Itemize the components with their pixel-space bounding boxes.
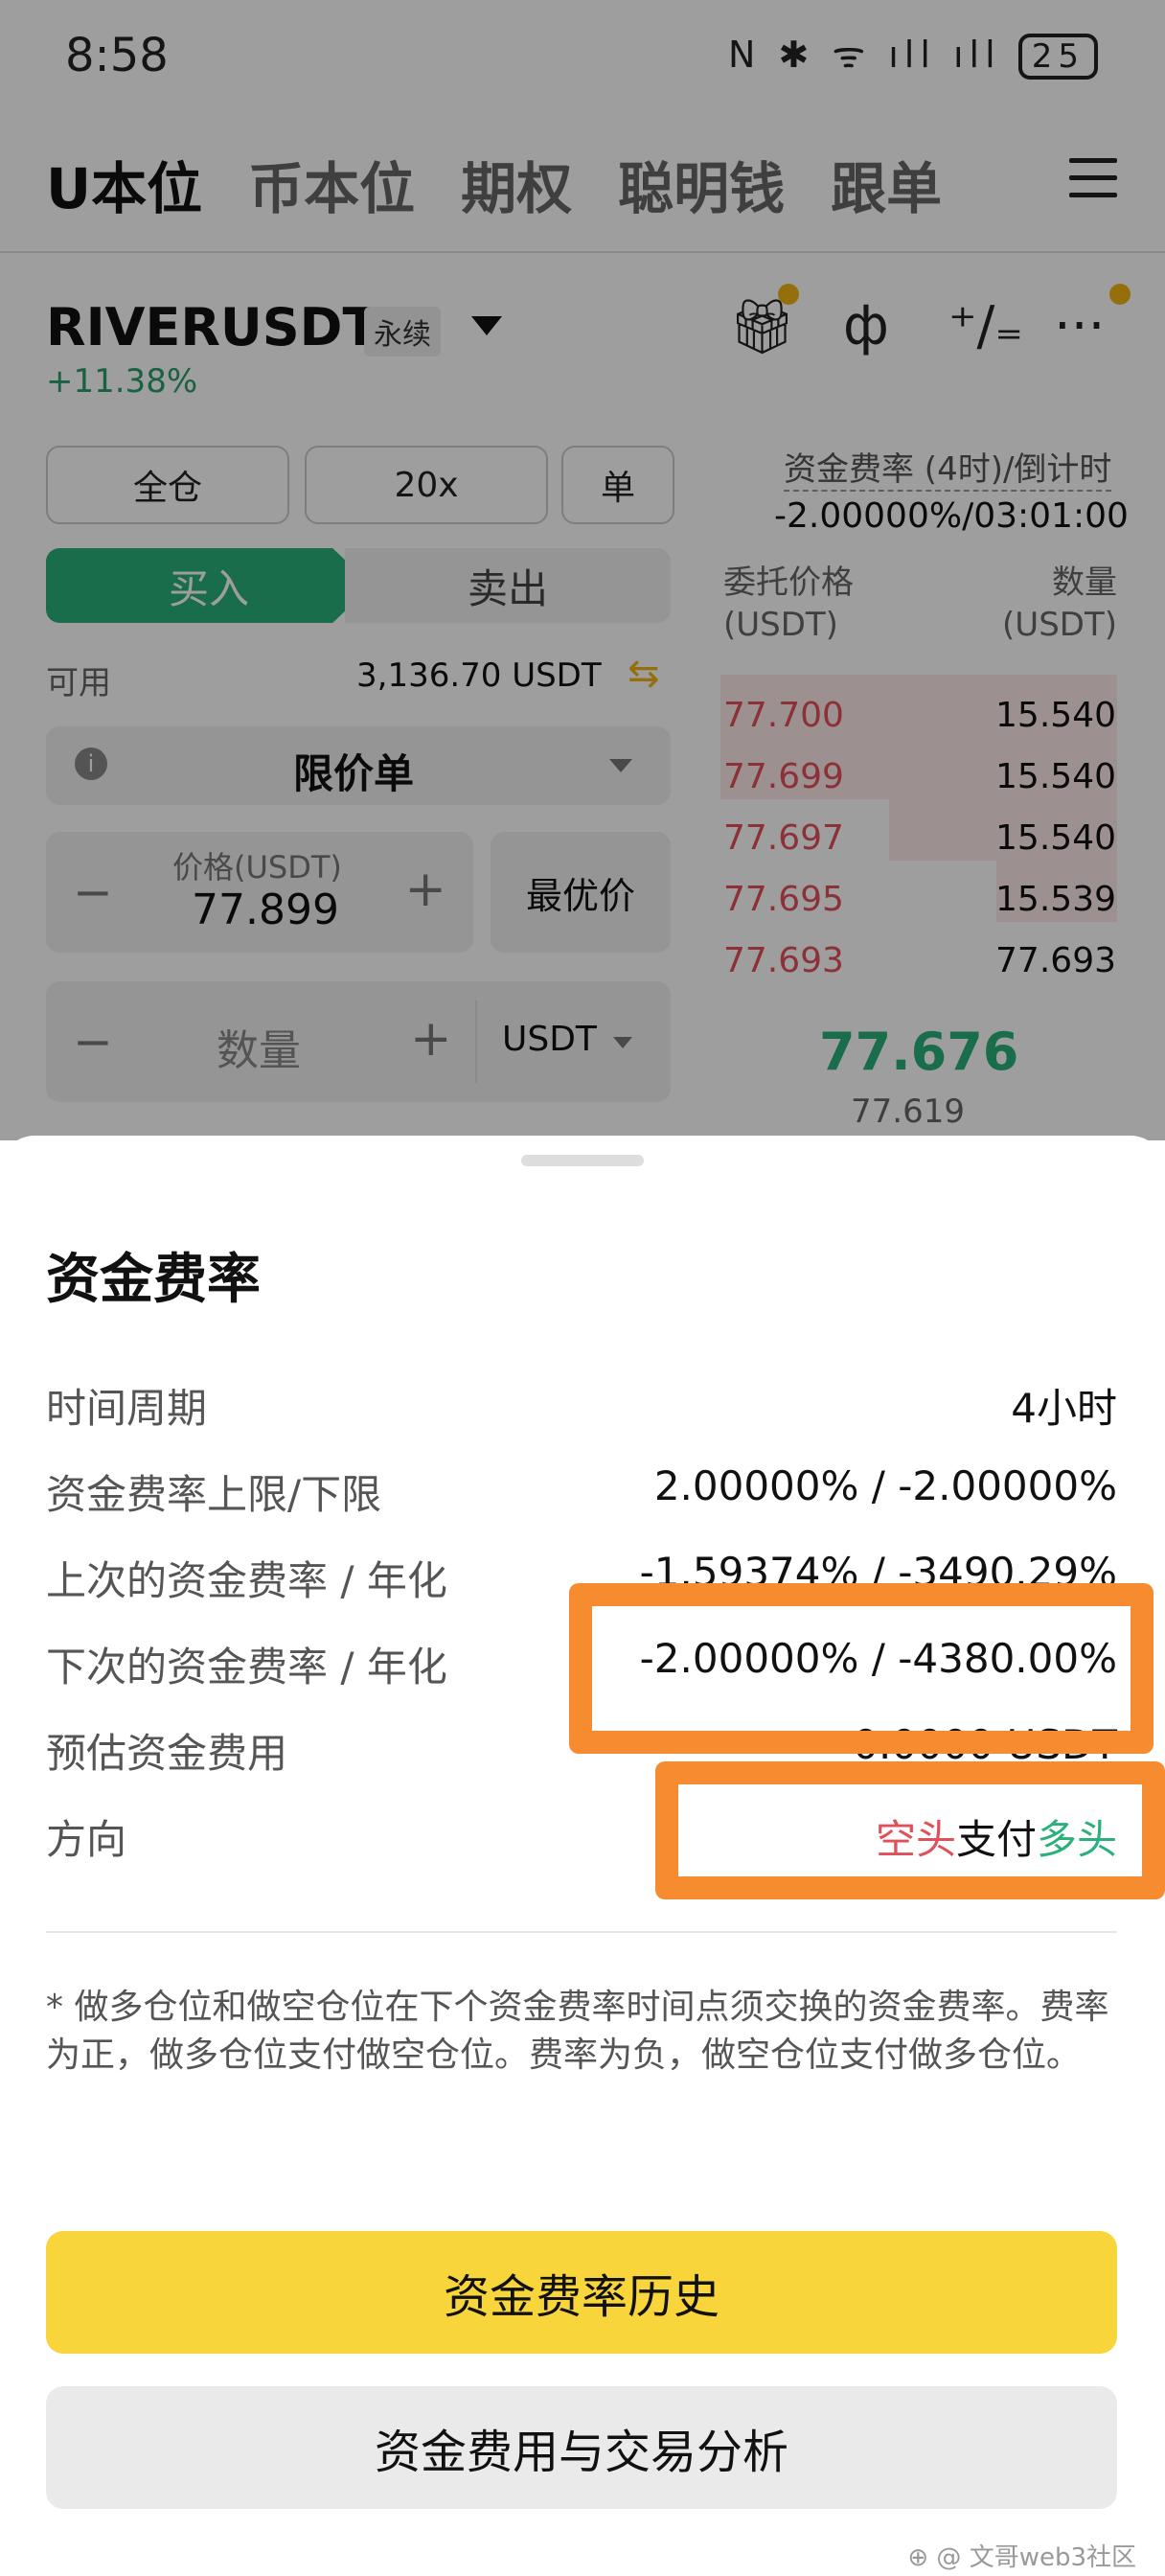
fee-analysis-button[interactable]: 资金费用与交易分析 [46,2386,1117,2509]
highlight-box [569,1583,1154,1754]
sheet-drag-handle[interactable] [521,1155,644,1166]
funding-note: * 做多仓位和做空仓位在下个资金费率时间点须交换的资金费率。费率为正，做多仓位支… [46,1988,1109,2075]
row-label-period: 时间周期 [46,1385,208,1432]
row-label-direction: 方向 [46,1816,127,1863]
funding-history-button[interactable]: 资金费率历史 [46,2231,1117,2354]
row-label-next-rate: 下次的资金费率 / 年化 [46,1644,447,1690]
row-value-cap-floor: 2.00000% / -2.00000% [653,1462,1117,1509]
row-label-last-rate: 上次的资金费率 / 年化 [46,1557,447,1604]
sheet-title: 资金费率 [46,1249,261,1311]
row-label-cap-floor: 资金费率上限/下限 [46,1471,382,1518]
modal-backdrop[interactable] [0,0,1165,1140]
highlight-box [655,1761,1165,1899]
watermark: ⊕ @ 文哥web3社区 [907,2543,1136,2572]
divider [46,1931,1117,1933]
row-value-period: 4小时 [1011,1385,1117,1432]
row-label-est-fee: 预估资金费用 [46,1730,288,1777]
